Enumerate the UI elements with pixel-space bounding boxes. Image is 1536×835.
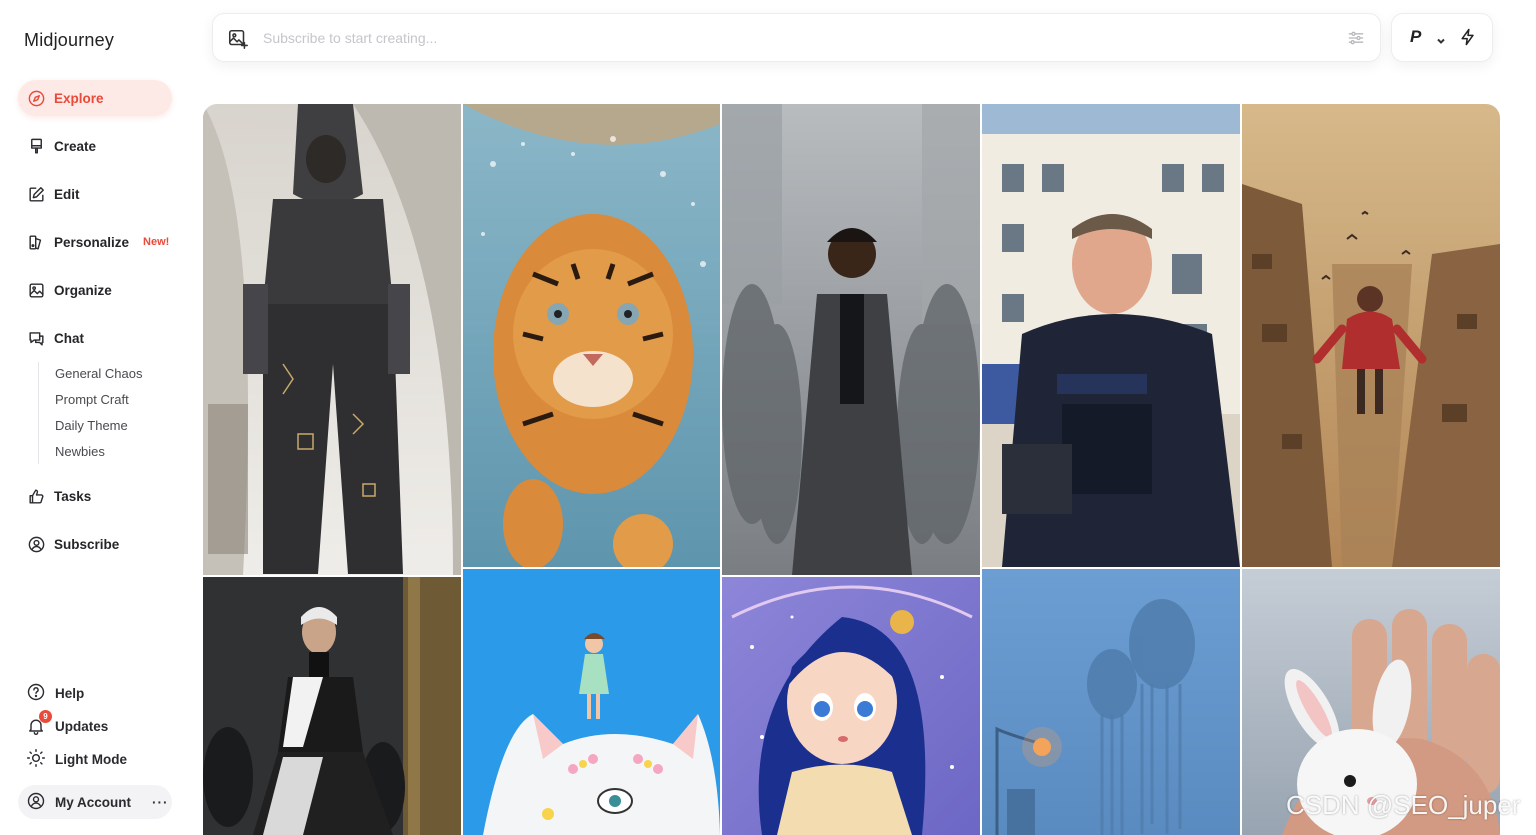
- nav-edit-label: Edit: [54, 186, 80, 202]
- gallery-item-flying-child[interactable]: [1242, 104, 1500, 567]
- prompt-bar: [212, 13, 1381, 62]
- light-mode-label: Light Mode: [55, 751, 127, 767]
- nav-personalize[interactable]: Personalize New!: [18, 224, 172, 260]
- personalize-icon: [26, 232, 46, 252]
- nav-subscribe-label: Subscribe: [54, 536, 120, 552]
- user-circle-icon: [26, 534, 46, 554]
- gallery-item-giants-fog[interactable]: [982, 569, 1240, 835]
- nav-organize[interactable]: Organize: [18, 272, 172, 308]
- nav-tasks-label: Tasks: [54, 488, 92, 504]
- help-label: Help: [55, 685, 85, 701]
- prompt-input[interactable]: [263, 26, 1323, 50]
- nav-personalize-label: Personalize: [54, 234, 130, 250]
- more-options-icon[interactable]: ···: [152, 795, 169, 810]
- personalize-toggle-button[interactable]: P: [1410, 27, 1421, 47]
- nav-chat[interactable]: Chat: [18, 320, 172, 356]
- giants-in-fog-image: [982, 569, 1240, 835]
- help-link[interactable]: Help: [18, 678, 172, 708]
- nav-create-label: Create: [54, 138, 97, 154]
- runway-model-image: [203, 104, 461, 575]
- account-label: My Account: [55, 794, 132, 810]
- new-badge: New!: [143, 236, 170, 248]
- sidebar: Midjourney Explore Create Edit Personali…: [0, 0, 190, 835]
- explore-gallery: [203, 104, 1500, 835]
- chevron-down-icon[interactable]: [1436, 33, 1446, 44]
- flying-child-city-image: [1242, 104, 1500, 567]
- my-account-button[interactable]: My Account ···: [18, 785, 172, 819]
- anime-girl-image: [722, 577, 980, 835]
- mode-controls: P: [1391, 13, 1493, 62]
- gallery-item-anime-girl[interactable]: [722, 577, 980, 835]
- watermark: CSDN @SEO_juper: [1286, 790, 1521, 820]
- add-image-icon[interactable]: [227, 28, 249, 50]
- chat-rooms-divider: [38, 362, 39, 464]
- app-logo[interactable]: Midjourney: [24, 30, 114, 51]
- chat-room-prompt-craft[interactable]: Prompt Craft: [55, 392, 129, 407]
- nav-subscribe[interactable]: Subscribe: [18, 526, 172, 562]
- lightning-icon[interactable]: [1458, 27, 1480, 49]
- chat-room-daily-theme[interactable]: Daily Theme: [55, 418, 128, 433]
- chat-room-newbies[interactable]: Newbies: [55, 444, 105, 459]
- updates-count-badge: 9: [39, 710, 52, 723]
- settings-sliders-icon[interactable]: [1346, 28, 1366, 48]
- bell-icon: 9: [26, 710, 52, 736]
- chat-bubble-icon: [26, 328, 46, 348]
- chat-room-general-chaos[interactable]: General Chaos: [55, 366, 142, 381]
- gallery-item-man-crowd[interactable]: [722, 104, 980, 575]
- gallery-item-tiger[interactable]: [463, 104, 720, 567]
- help-icon: [26, 682, 46, 705]
- nav-explore-label: Explore: [54, 90, 104, 106]
- nav-chat-label: Chat: [54, 330, 84, 346]
- light-mode-toggle[interactable]: Light Mode: [18, 744, 172, 774]
- account-icon: [26, 791, 46, 814]
- nav-tasks[interactable]: Tasks: [18, 478, 172, 514]
- sun-icon: [26, 748, 46, 771]
- fashion-model-night-image: [203, 577, 461, 835]
- nav-edit[interactable]: Edit: [18, 176, 172, 212]
- paintbrush-icon: [26, 136, 46, 156]
- nav-explore[interactable]: Explore: [18, 80, 172, 116]
- updates-label: Updates: [55, 718, 109, 734]
- gallery-item-police[interactable]: [982, 104, 1240, 567]
- gallery-item-runway-model[interactable]: [203, 104, 461, 575]
- gallery-item-fashion-model[interactable]: [203, 577, 461, 835]
- compass-icon: [26, 88, 46, 108]
- updates-link[interactable]: 9 Updates: [18, 710, 172, 741]
- tiger-underwater-image: [463, 104, 720, 567]
- edit-icon: [26, 184, 46, 204]
- girl-on-cat-image: [463, 569, 720, 835]
- police-officer-image: [982, 104, 1240, 567]
- thumbs-up-icon: [26, 486, 46, 506]
- nav-create[interactable]: Create: [18, 128, 172, 164]
- app-window: Midjourney Explore Create Edit Personali…: [0, 0, 1536, 835]
- nav-organize-label: Organize: [54, 282, 112, 298]
- image-gallery-icon: [26, 280, 46, 300]
- gallery-item-girl-cat[interactable]: [463, 569, 720, 835]
- man-in-crowd-image: [722, 104, 980, 575]
